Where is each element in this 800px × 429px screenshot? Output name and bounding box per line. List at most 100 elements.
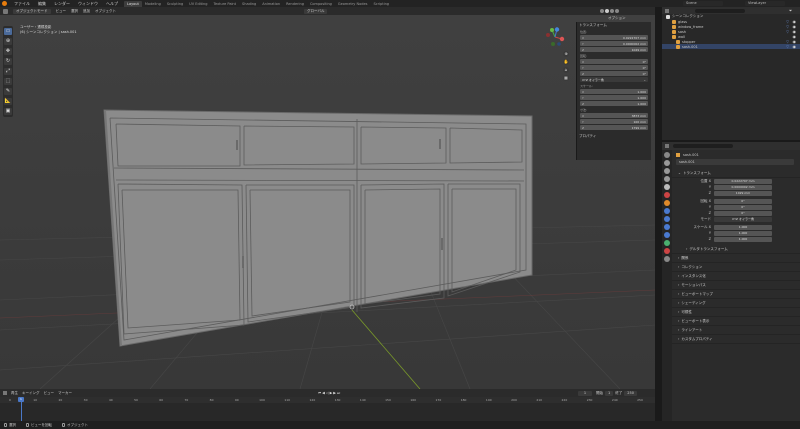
particles-tab-icon[interactable]	[664, 216, 670, 222]
menu-window[interactable]: ウィンドウ	[74, 1, 102, 7]
prop-rotation-x-field[interactable]: 0°	[714, 198, 772, 204]
rotation-mode-select[interactable]: XYZ オイラー角 ⌄	[580, 77, 648, 82]
add-cube-icon[interactable]: ▣	[4, 108, 12, 115]
transform-icon[interactable]: ⬚	[4, 78, 12, 85]
tab-geometry-nodes[interactable]: Geometry Nodes	[335, 1, 371, 7]
visibility-eye-icon[interactable]: ◉	[793, 44, 797, 49]
dimension-x-field[interactable]: X 3873 mm	[580, 113, 648, 118]
prop-scale-y-field[interactable]: 1.000	[714, 230, 772, 236]
shading-section[interactable]: › シェーディング	[672, 299, 800, 308]
prev-keyframe-icon[interactable]: ◀	[322, 391, 325, 395]
outliner-editor-icon[interactable]	[665, 8, 669, 13]
rotate-icon[interactable]: ↻	[4, 58, 12, 65]
properties-search-input[interactable]	[673, 144, 733, 148]
object-tab-icon[interactable]	[664, 200, 670, 206]
physics-tab-icon[interactable]	[664, 224, 670, 230]
menu-help[interactable]: ヘルプ	[102, 1, 122, 7]
viewport-map-section[interactable]: › ビューポートマップ	[672, 290, 800, 299]
menu-file[interactable]: ファイル	[10, 1, 34, 7]
instancing-section[interactable]: › インスタンス化	[672, 272, 800, 281]
rotation-y-field[interactable]: Y 0°	[580, 65, 648, 70]
prop-scale-x-field[interactable]: 1.000	[714, 224, 772, 230]
scene-canvas[interactable]	[0, 15, 655, 389]
tab-scripting[interactable]: Scripting	[370, 1, 392, 7]
shading-buttons[interactable]	[600, 9, 619, 13]
prop-location-z-field[interactable]: 1029 mm	[714, 190, 772, 196]
outliner-search-input[interactable]	[695, 8, 745, 13]
navigation-gizmo[interactable]	[545, 27, 565, 47]
end-frame-field[interactable]: 250	[624, 390, 637, 396]
prop-location-y-field[interactable]: 0.0000002 mm	[714, 184, 772, 190]
object-name-field[interactable]: sash.001	[676, 159, 794, 165]
measure-icon[interactable]: 📐	[4, 98, 12, 105]
view-layer-tab-icon[interactable]	[664, 176, 670, 182]
menu-edit[interactable]: 編集	[34, 1, 50, 7]
menu-object[interactable]: オブジェクト	[95, 9, 116, 14]
transform-panel-title[interactable]: トランスフォーム	[577, 22, 651, 29]
world-tab-icon[interactable]	[664, 192, 670, 198]
tab-modeling[interactable]: Modeling	[142, 1, 164, 7]
menu-playback[interactable]: 再生	[11, 391, 18, 396]
rotation-x-field[interactable]: X 0°	[580, 59, 648, 64]
menu-timeline-view[interactable]: ビュー	[44, 391, 55, 396]
play-reverse-icon[interactable]: ◁	[326, 391, 329, 395]
constraints-tab-icon[interactable]	[664, 232, 670, 238]
relations-section[interactable]: › 関係	[672, 254, 800, 263]
prop-scale-z-field[interactable]: 1.000	[714, 236, 772, 242]
scale-z-field[interactable]: Z 1.000	[580, 101, 648, 106]
prop-rotation-y-field[interactable]: 0°	[714, 204, 772, 210]
blender-logo-icon[interactable]	[2, 1, 7, 6]
playback-controls[interactable]: ⏮ ◀ ◁ ▶ ▶ ⏭	[318, 391, 340, 395]
3d-viewport[interactable]: ユーザー・透視投影 (6) シーンコレクション | sash.001 ⊕ ✋ ⌂…	[0, 15, 655, 389]
render-tab-icon[interactable]	[664, 160, 670, 166]
menu-add[interactable]: 追加	[83, 9, 90, 14]
timeline-editor-icon[interactable]	[3, 391, 7, 395]
timeline[interactable]: 0 10 20 30 40 50 60 70 80 90 100 110 120 130 140 150 160…	[0, 397, 655, 421]
current-frame-field[interactable]: 1	[578, 390, 592, 396]
prop-rotation-z-field[interactable]: 0°	[714, 210, 772, 216]
location-z-field[interactable]: Z 1029 mm	[580, 47, 648, 52]
tab-layout[interactable]: Layout	[124, 0, 142, 7]
menu-keying[interactable]: キーイング	[22, 391, 40, 396]
tab-compositing[interactable]: Compositing	[307, 1, 335, 7]
collections-section[interactable]: › コレクション	[672, 263, 800, 272]
area-divider[interactable]	[655, 7, 662, 421]
select-box-icon[interactable]: ▭	[4, 28, 12, 35]
tool-tab-icon[interactable]	[664, 152, 670, 158]
visibility-section[interactable]: › 可視性	[672, 308, 800, 317]
tab-texture-paint[interactable]: Texture Paint	[210, 1, 239, 7]
transform-section[interactable]: ⌄ トランスフォーム	[672, 169, 800, 178]
prop-rotation-mode-select[interactable]: XYZ オイラー角	[714, 216, 772, 222]
pan-icon[interactable]: ✋	[563, 59, 569, 65]
grid-view-icon[interactable]: ▦	[563, 75, 569, 81]
next-keyframe-icon[interactable]: ▶	[333, 391, 336, 395]
texture-tab-icon[interactable]	[664, 256, 670, 262]
viewport-display-section[interactable]: › ビューポート表示	[672, 317, 800, 326]
properties-editor-icon[interactable]	[665, 144, 669, 148]
play-icon[interactable]: ▶	[330, 391, 333, 395]
tab-rendering[interactable]: Rendering	[283, 1, 307, 7]
output-tab-icon[interactable]	[664, 168, 670, 174]
tab-sculpting[interactable]: Sculpting	[164, 1, 186, 7]
move-icon[interactable]: ✥	[4, 48, 12, 55]
delta-transform-section[interactable]: › デルタトランスフォーム	[672, 245, 800, 254]
menu-render[interactable]: レンダー	[50, 1, 74, 7]
tab-shading[interactable]: Shading	[239, 1, 259, 7]
jump-start-icon[interactable]: ⏮	[318, 391, 321, 395]
zoom-icon[interactable]: ⊕	[563, 51, 569, 57]
dimension-z-field[interactable]: Z 1799 mm	[580, 125, 648, 130]
dimension-y-field[interactable]: Y 100 mm	[580, 119, 648, 124]
annotate-icon[interactable]: ✎	[4, 88, 12, 95]
camera-view-icon[interactable]: ⌂	[563, 67, 569, 73]
start-frame-field[interactable]: 1	[605, 390, 614, 396]
menu-view[interactable]: ビュー	[56, 9, 67, 14]
transform-orientation[interactable]: グローバル	[304, 8, 328, 14]
line-art-section[interactable]: › ラインアート	[672, 326, 800, 335]
editor-type-icon[interactable]	[3, 8, 8, 14]
jump-end-icon[interactable]: ⏭	[337, 391, 340, 395]
modifier-tab-icon[interactable]	[664, 208, 670, 214]
motion-paths-section[interactable]: › モーションパス	[672, 281, 800, 290]
tab-uv-editing[interactable]: UV Editing	[186, 1, 210, 7]
scene-tab-icon[interactable]	[664, 184, 670, 190]
prop-location-x-field[interactable]: 0.0222707 mm	[714, 178, 772, 184]
